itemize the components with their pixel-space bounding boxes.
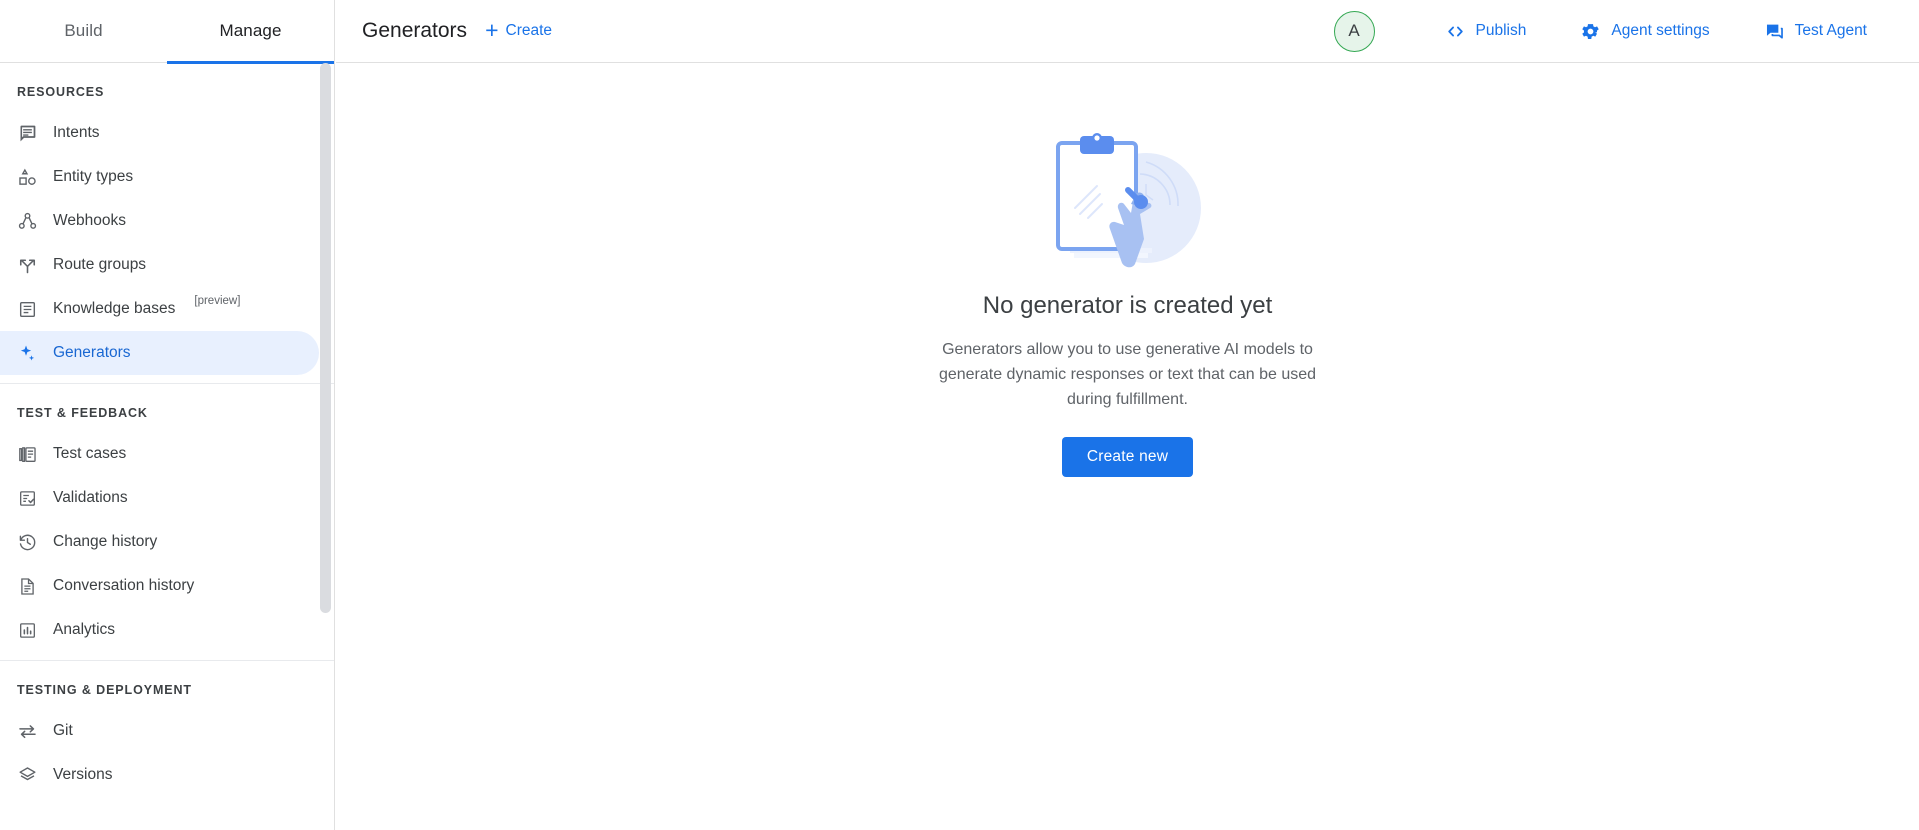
sidebar-item-versions[interactable]: Versions <box>0 753 319 797</box>
tab-manage[interactable]: Manage <box>167 0 334 63</box>
sidebar-item-label: Intents <box>53 124 100 142</box>
create-link-label: Create <box>506 22 553 40</box>
sidebar-item-intents[interactable]: Intents <box>0 111 319 155</box>
analytics-icon <box>17 620 38 641</box>
empty-state-title: No generator is created yet <box>983 292 1273 320</box>
sidebar-item-validations[interactable]: Validations <box>0 476 319 520</box>
intents-icon <box>17 123 38 144</box>
sidebar-item-label: Route groups <box>53 256 146 274</box>
sidebar-scrollbar-track[interactable] <box>318 63 332 830</box>
app-root: Build Manage RESOURCES Intents <box>0 0 1919 830</box>
git-icon <box>17 721 38 742</box>
sidebar-item-label: Change history <box>53 533 157 551</box>
sidebar-item-generators[interactable]: Generators <box>0 331 319 375</box>
publish-button[interactable]: Publish <box>1441 13 1531 50</box>
sidebar-item-label: Entity types <box>53 168 133 186</box>
empty-state: No generator is created yet Generators a… <box>918 130 1338 830</box>
sidebar-item-label: Validations <box>53 489 128 507</box>
sidebar-section-resources: RESOURCES Intents <box>0 63 334 375</box>
agent-settings-button[interactable]: Agent settings <box>1576 13 1713 50</box>
page-title: Generators <box>362 19 467 43</box>
sidebar-scroll-area: RESOURCES Intents <box>0 63 334 830</box>
publish-label: Publish <box>1476 22 1527 40</box>
sidebar-item-label: Test cases <box>53 445 126 463</box>
top-tabbar: Build Manage <box>0 0 334 63</box>
sidebar-item-route-groups[interactable]: Route groups <box>0 243 319 287</box>
sidebar-item-label: Conversation history <box>53 577 194 595</box>
sidebar-scrollbar-thumb[interactable] <box>320 63 331 613</box>
gear-icon <box>1580 21 1601 42</box>
sidebar-item-webhooks[interactable]: Webhooks <box>0 199 319 243</box>
avatar-initial: A <box>1348 21 1359 41</box>
left-navigation-panel: Build Manage RESOURCES Intents <box>0 0 335 830</box>
sidebar-item-label: Webhooks <box>53 212 126 230</box>
conversation-history-icon <box>17 576 38 597</box>
create-generator-link[interactable]: + Create <box>485 21 552 42</box>
sidebar-item-analytics[interactable]: Analytics <box>0 608 319 652</box>
sidebar-item-label: Knowledge bases <box>53 300 175 318</box>
knowledge-bases-icon <box>17 299 38 320</box>
change-history-icon <box>17 532 38 553</box>
sidebar-item-entity-types[interactable]: Entity types <box>0 155 319 199</box>
chat-bubbles-icon <box>1764 21 1785 42</box>
webhooks-icon <box>17 211 38 232</box>
sidebar-item-label: Git <box>53 722 73 740</box>
sidebar-section-title-test-feedback: TEST & FEEDBACK <box>0 392 334 432</box>
entity-types-icon <box>17 167 38 188</box>
test-agent-label: Test Agent <box>1795 22 1867 40</box>
clipboard-hand-illustration <box>1028 130 1228 268</box>
code-brackets-icon <box>1445 21 1466 42</box>
main-content: No generator is created yet Generators a… <box>336 64 1919 830</box>
route-groups-icon <box>17 255 38 276</box>
test-agent-button[interactable]: Test Agent <box>1760 13 1871 50</box>
sidebar-item-change-history[interactable]: Change history <box>0 520 319 564</box>
sidebar-section-title-testing-deployment: TESTING & DEPLOYMENT <box>0 669 334 709</box>
tab-build[interactable]: Build <box>0 0 167 63</box>
create-new-button[interactable]: Create new <box>1062 437 1193 477</box>
empty-state-description: Generators allow you to use generative A… <box>923 337 1333 412</box>
sidebar-nav-list: RESOURCES Intents <box>0 63 334 817</box>
validations-icon <box>17 488 38 509</box>
plus-icon: + <box>485 19 498 42</box>
sidebar-item-label: Versions <box>53 766 112 784</box>
sidebar-item-label: Generators <box>53 344 131 362</box>
agent-settings-label: Agent settings <box>1611 22 1709 40</box>
generators-sparkle-icon <box>17 343 38 364</box>
avatar[interactable]: A <box>1334 11 1375 52</box>
sidebar-item-test-cases[interactable]: Test cases <box>0 432 319 476</box>
sidebar-section-title-resources: RESOURCES <box>0 71 334 111</box>
sidebar-section-test-feedback: TEST & FEEDBACK Test cases <box>0 383 334 652</box>
versions-icon <box>17 765 38 786</box>
sidebar-item-preview-badge: [preview] <box>194 295 240 307</box>
tab-manage-label: Manage <box>219 21 281 41</box>
page-header: Generators + Create A Publish <box>336 0 1919 63</box>
sidebar-item-conversation-history[interactable]: Conversation history <box>0 564 319 608</box>
tab-build-label: Build <box>64 21 102 41</box>
sidebar-item-knowledge-bases[interactable]: Knowledge bases [preview] <box>0 287 319 331</box>
sidebar-item-git[interactable]: Git <box>0 709 319 753</box>
sidebar-section-testing-deployment: TESTING & DEPLOYMENT Git <box>0 660 334 797</box>
test-cases-icon <box>17 444 38 465</box>
sidebar-item-label: Analytics <box>53 621 115 639</box>
